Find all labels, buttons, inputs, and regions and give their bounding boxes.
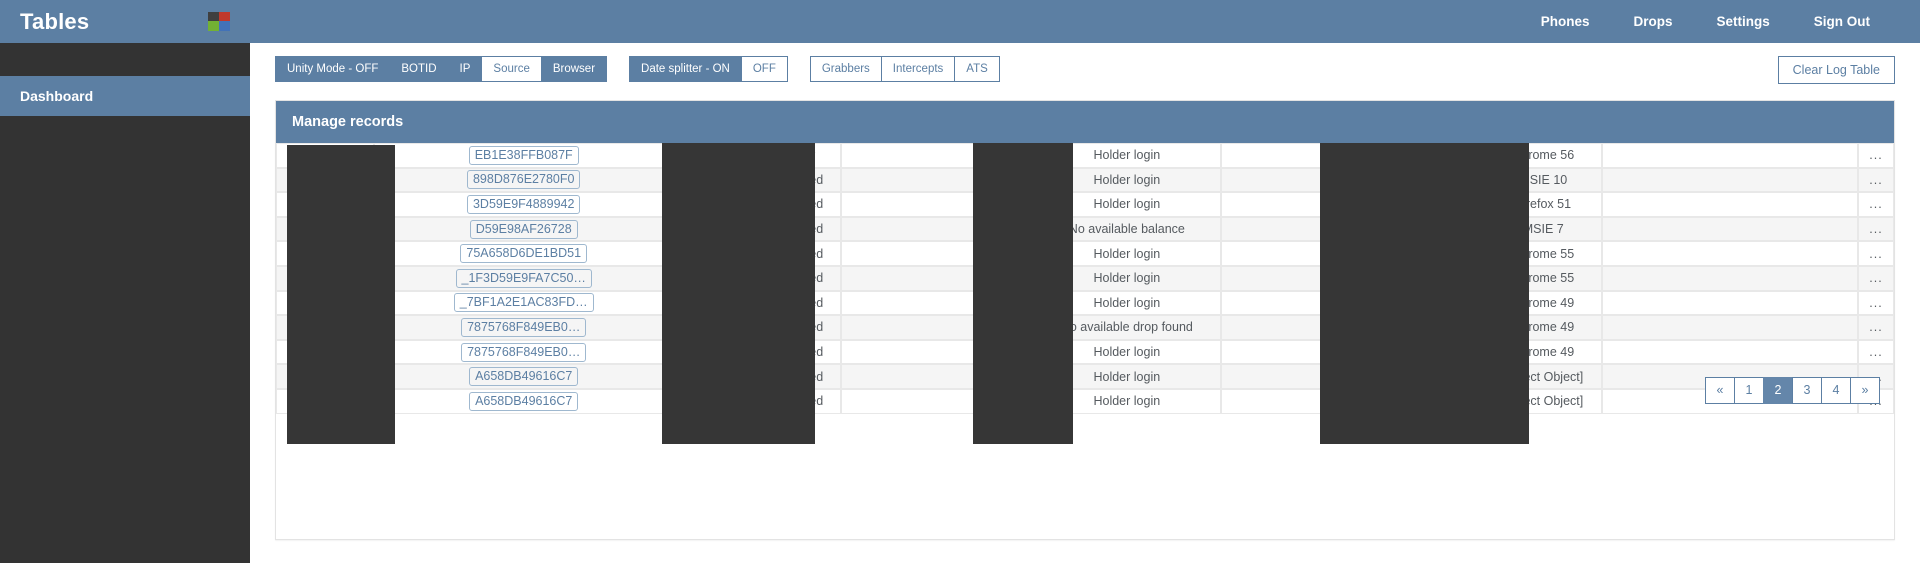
table-row[interactable]: 7875768F849EB0…grabberviewedHolder login…: [276, 340, 1894, 365]
pagination: « 1 2 3 4 »: [1705, 377, 1880, 404]
cell-record-id[interactable]: 7875768F849EB0…: [374, 340, 673, 365]
cell-record-id[interactable]: A658DB49616C7: [374, 364, 673, 389]
redaction-block-mid: [662, 143, 815, 444]
cell-hidden-c: [1602, 266, 1858, 291]
cell-more[interactable]: ...: [1858, 340, 1894, 365]
record-id-pill[interactable]: 898D876E2780F0: [467, 170, 580, 189]
button-intercepts[interactable]: Intercepts: [881, 56, 956, 82]
nav-link-settings[interactable]: Settings: [1694, 0, 1791, 43]
cell-hidden-c: [1602, 291, 1858, 316]
redaction-block-mid2: [973, 143, 1073, 444]
table-row[interactable]: A658DB49616C7grabberviewedHolder loginJa…: [276, 389, 1894, 414]
button-date-splitter-off[interactable]: OFF: [741, 56, 788, 82]
button-ip[interactable]: IP: [448, 56, 483, 82]
filter-toolbar: Unity Mode - OFF BOTID IP Source Browser…: [250, 43, 1920, 94]
manage-records-panel: Manage records EB1E38FFB087FgrabbernewHo…: [275, 100, 1895, 540]
record-id-pill[interactable]: 7875768F849EB0…: [461, 343, 586, 362]
record-id-pill[interactable]: A658DB49616C7: [469, 367, 578, 386]
top-nav-links: Phones Drops Settings Sign Out: [1519, 0, 1920, 43]
clear-log-table-button[interactable]: Clear Log Table: [1778, 56, 1895, 84]
cell-hidden-c: [1602, 315, 1858, 340]
redaction-block-left: [287, 145, 395, 444]
cell-more[interactable]: ...: [1858, 241, 1894, 266]
sidebar-item-dashboard[interactable]: Dashboard: [0, 76, 250, 116]
button-unity-mode[interactable]: Unity Mode - OFF: [275, 56, 390, 82]
cell-record-id[interactable]: EB1E38FFB087F: [374, 143, 673, 168]
cell-hidden-c: [1602, 241, 1858, 266]
cell-hidden-c: [1602, 217, 1858, 242]
cell-record-id[interactable]: _7BF1A2E1AC83FD…: [374, 291, 673, 316]
button-date-splitter[interactable]: Date splitter - ON: [629, 56, 742, 82]
four-square-logo-icon: [208, 12, 230, 31]
record-id-pill[interactable]: _1F3D59E9FA7C50…: [456, 269, 592, 288]
button-ats[interactable]: ATS: [954, 56, 1000, 82]
nav-link-sign-out[interactable]: Sign Out: [1792, 0, 1892, 43]
nav-link-phones[interactable]: Phones: [1519, 0, 1612, 43]
pagination-page-2[interactable]: 2: [1763, 377, 1793, 404]
pagination-next[interactable]: »: [1850, 377, 1880, 404]
pagination-prev[interactable]: «: [1705, 377, 1735, 404]
record-id-pill[interactable]: _7BF1A2E1AC83FD…: [454, 293, 594, 312]
toolbar-group-mode: Unity Mode - OFF BOTID IP Source Browser: [275, 56, 607, 82]
records-table: EB1E38FFB087FgrabbernewHolder loginJan 3…: [276, 143, 1894, 414]
button-source[interactable]: Source: [481, 56, 541, 82]
cell-hidden-c: [1602, 168, 1858, 193]
cell-more[interactable]: ...: [1858, 192, 1894, 217]
panel-title: Manage records: [276, 101, 1894, 143]
cell-hidden-c: [1602, 340, 1858, 365]
table-row[interactable]: D59E98AF26728atsviewedNo available balan…: [276, 217, 1894, 242]
record-id-pill[interactable]: 7875768F849EB0…: [461, 318, 586, 337]
records-table-container: EB1E38FFB087FgrabbernewHolder loginJan 3…: [276, 143, 1894, 414]
record-id-pill[interactable]: 75A658D6DE1BD51: [460, 244, 587, 263]
main-content: Unity Mode - OFF BOTID IP Source Browser…: [250, 43, 1920, 563]
cell-record-id[interactable]: A658DB49616C7: [374, 389, 673, 414]
nav-link-drops[interactable]: Drops: [1611, 0, 1694, 43]
record-id-pill[interactable]: A658DB49616C7: [469, 392, 578, 411]
table-row[interactable]: A658DB49616C7grabberviewedHolder loginJa…: [276, 364, 1894, 389]
cell-hidden-c: [1602, 143, 1858, 168]
cell-more[interactable]: ...: [1858, 143, 1894, 168]
button-grabbers[interactable]: Grabbers: [810, 56, 882, 82]
top-navigation-bar: Tables Phones Drops Settings Sign Out: [0, 0, 1920, 43]
cell-more[interactable]: ...: [1858, 266, 1894, 291]
cell-more[interactable]: ...: [1858, 217, 1894, 242]
table-row[interactable]: _1F3D59E9FA7C50…grabberviewedHolder logi…: [276, 266, 1894, 291]
record-id-pill[interactable]: 3D59E9F4889942: [467, 195, 580, 214]
toolbar-group-sources: Grabbers Intercepts ATS: [810, 56, 1000, 82]
cell-more[interactable]: ...: [1858, 291, 1894, 316]
table-row[interactable]: 75A658D6DE1BD51atsviewedHolder loginJan …: [276, 241, 1894, 266]
sidebar: Dashboard: [0, 43, 250, 563]
table-row[interactable]: 7875768F849EB0…atsviewedNo available dro…: [276, 315, 1894, 340]
button-browser[interactable]: Browser: [541, 56, 607, 82]
sidebar-item-label: Dashboard: [20, 88, 93, 104]
cell-more[interactable]: ...: [1858, 168, 1894, 193]
cell-more[interactable]: ...: [1858, 315, 1894, 340]
cell-record-id[interactable]: D59E98AF26728: [374, 217, 673, 242]
toolbar-group-date-splitter: Date splitter - ON OFF: [629, 56, 788, 82]
pagination-page-1[interactable]: 1: [1734, 377, 1764, 404]
cell-hidden-c: [1602, 192, 1858, 217]
record-id-pill[interactable]: EB1E38FFB087F: [469, 146, 579, 165]
pagination-page-3[interactable]: 3: [1792, 377, 1822, 404]
cell-record-id[interactable]: 7875768F849EB0…: [374, 315, 673, 340]
sidebar-spacer: [0, 43, 250, 76]
cell-record-id[interactable]: _1F3D59E9FA7C50…: [374, 266, 673, 291]
table-row[interactable]: EB1E38FFB087FgrabbernewHolder loginJan 3…: [276, 143, 1894, 168]
redaction-block-right: [1320, 143, 1529, 444]
button-botid[interactable]: BOTID: [389, 56, 448, 82]
table-row[interactable]: 3D59E9F4889942atsviewedHolder loginJan 2…: [276, 192, 1894, 217]
record-id-pill[interactable]: D59E98AF26728: [470, 220, 578, 239]
cell-record-id[interactable]: 75A658D6DE1BD51: [374, 241, 673, 266]
table-row[interactable]: _7BF1A2E1AC83FD…grabberviewedHolder logi…: [276, 291, 1894, 316]
cell-record-id[interactable]: 3D59E9F4889942: [374, 192, 673, 217]
table-row[interactable]: 898D876E2780F0atsviewedHolder loginJan 2…: [276, 168, 1894, 193]
cell-record-id[interactable]: 898D876E2780F0: [374, 168, 673, 193]
pagination-page-4[interactable]: 4: [1821, 377, 1851, 404]
